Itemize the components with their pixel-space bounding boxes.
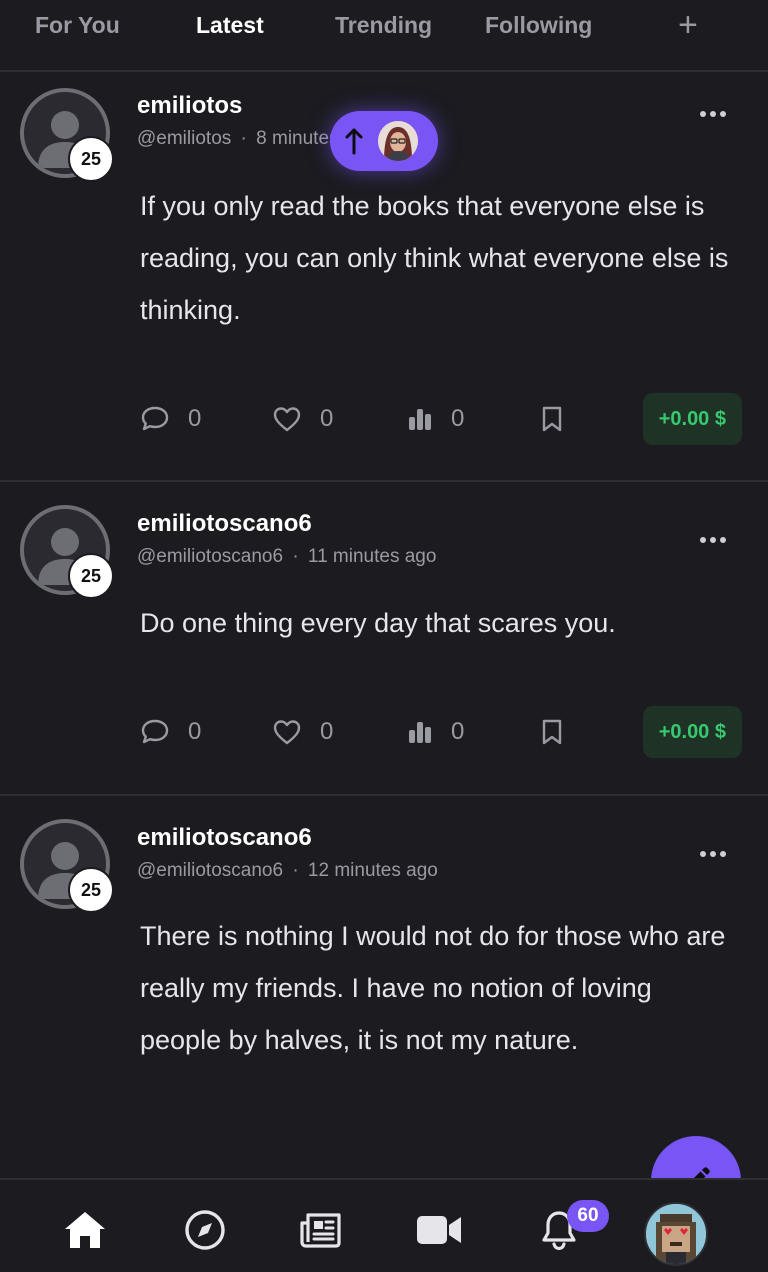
nav-video[interactable] bbox=[415, 1206, 463, 1254]
new-post-author-avatar bbox=[378, 121, 418, 161]
compass-icon bbox=[185, 1210, 225, 1250]
views-count: 0 bbox=[451, 405, 465, 432]
dot-icon bbox=[720, 537, 726, 543]
dot-icon bbox=[710, 111, 716, 117]
author-avatar[interactable]: 25 bbox=[20, 819, 114, 913]
author-name[interactable]: emiliotoscano6 bbox=[137, 824, 312, 852]
bookmark-button[interactable] bbox=[540, 718, 564, 746]
bar-chart-icon bbox=[409, 409, 431, 430]
tab-following[interactable]: Following bbox=[485, 12, 592, 39]
tab-trending[interactable]: Trending bbox=[335, 12, 432, 39]
nav-home[interactable] bbox=[61, 1206, 109, 1254]
tab-latest[interactable]: Latest bbox=[196, 12, 264, 39]
dot-icon bbox=[720, 111, 726, 117]
dot-icon bbox=[710, 851, 716, 857]
author-handle[interactable]: @emiliotoscano6 bbox=[137, 860, 283, 881]
like-count: 0 bbox=[320, 718, 334, 745]
nav-explore[interactable] bbox=[181, 1206, 229, 1254]
more-options-button[interactable] bbox=[700, 846, 732, 862]
video-icon bbox=[417, 1216, 461, 1244]
comment-icon bbox=[141, 719, 169, 744]
newspaper-icon bbox=[300, 1213, 341, 1248]
payout-button[interactable]: +0.00 $ bbox=[642, 393, 742, 445]
author-handle[interactable]: @emiliotos bbox=[137, 128, 231, 149]
comment-button[interactable]: 0 bbox=[140, 405, 201, 433]
bookmark-button[interactable] bbox=[540, 405, 564, 433]
dot-icon bbox=[700, 111, 706, 117]
more-options-button[interactable] bbox=[700, 106, 732, 122]
comment-count: 0 bbox=[188, 405, 202, 432]
dot-icon bbox=[720, 851, 726, 857]
views-stat[interactable]: 0 bbox=[407, 405, 464, 433]
dot-icon bbox=[700, 537, 706, 543]
post-text[interactable]: There is nothing I would not do for thos… bbox=[140, 910, 730, 1066]
more-options-button[interactable] bbox=[700, 532, 732, 548]
comment-count: 0 bbox=[188, 718, 202, 745]
nav-news[interactable] bbox=[297, 1206, 345, 1254]
post-card: 25 emiliotoscano6 @emiliotoscano6 · 12 m… bbox=[0, 796, 768, 1180]
comment-icon bbox=[141, 406, 169, 431]
like-button[interactable]: 0 bbox=[272, 405, 333, 433]
notifications-badge: 60 bbox=[567, 1200, 609, 1232]
author-name[interactable]: emiliotos bbox=[137, 92, 242, 120]
bottom-navigation: 60 bbox=[0, 1178, 768, 1272]
post-text[interactable]: Do one thing every day that scares you. bbox=[140, 597, 740, 649]
post-card: 25 emiliotoscano6 @emiliotoscano6 · 11 m… bbox=[0, 482, 768, 796]
reputation-badge: 25 bbox=[68, 136, 114, 182]
payout-button[interactable]: +0.00 $ bbox=[642, 706, 742, 758]
views-count: 0 bbox=[451, 718, 465, 745]
author-name[interactable]: emiliotoscano6 bbox=[137, 510, 312, 538]
pixel-ape-avatar-icon bbox=[646, 1204, 706, 1264]
heart-icon bbox=[273, 407, 301, 432]
meta-separator: · bbox=[292, 546, 299, 567]
author-avatar[interactable]: 25 bbox=[20, 505, 114, 599]
reputation-badge: 25 bbox=[68, 867, 114, 913]
views-stat[interactable]: 0 bbox=[407, 718, 464, 746]
arrow-up-icon bbox=[345, 128, 363, 155]
meta-separator: · bbox=[292, 860, 299, 881]
post-actions: 0 0 0 +0.00 $ bbox=[140, 706, 742, 758]
post-meta: @emiliotoscano6 · 11 minutes ago bbox=[137, 546, 436, 568]
like-button[interactable]: 0 bbox=[272, 718, 333, 746]
post-actions: 0 0 0 +0.00 $ bbox=[140, 393, 742, 445]
comment-button[interactable]: 0 bbox=[140, 718, 201, 746]
dot-icon bbox=[700, 851, 706, 857]
bookmark-icon bbox=[542, 719, 562, 745]
reputation-badge: 25 bbox=[68, 553, 114, 599]
post-time: 11 minutes ago bbox=[307, 546, 437, 567]
post-meta: @emiliotoscano6 · 12 minutes ago bbox=[137, 860, 438, 882]
add-tab-button[interactable]: + bbox=[678, 6, 698, 45]
bar-chart-icon bbox=[409, 722, 431, 743]
post-text[interactable]: If you only read the books that everyone… bbox=[140, 180, 740, 336]
bookmark-icon bbox=[542, 406, 562, 432]
like-count: 0 bbox=[320, 405, 334, 432]
heart-icon bbox=[273, 720, 301, 745]
top-tab-bar: For You Latest Trending Following + bbox=[0, 0, 768, 72]
home-icon bbox=[65, 1212, 105, 1248]
post-time: 12 minutes ago bbox=[307, 860, 438, 881]
meta-separator: · bbox=[240, 128, 247, 149]
dot-icon bbox=[710, 537, 716, 543]
author-handle[interactable]: @emiliotoscano6 bbox=[137, 546, 283, 567]
tab-for-you[interactable]: For You bbox=[35, 12, 120, 39]
new-posts-button[interactable] bbox=[330, 111, 438, 171]
author-avatar[interactable]: 25 bbox=[20, 88, 114, 182]
profile-avatar[interactable] bbox=[644, 1202, 708, 1266]
